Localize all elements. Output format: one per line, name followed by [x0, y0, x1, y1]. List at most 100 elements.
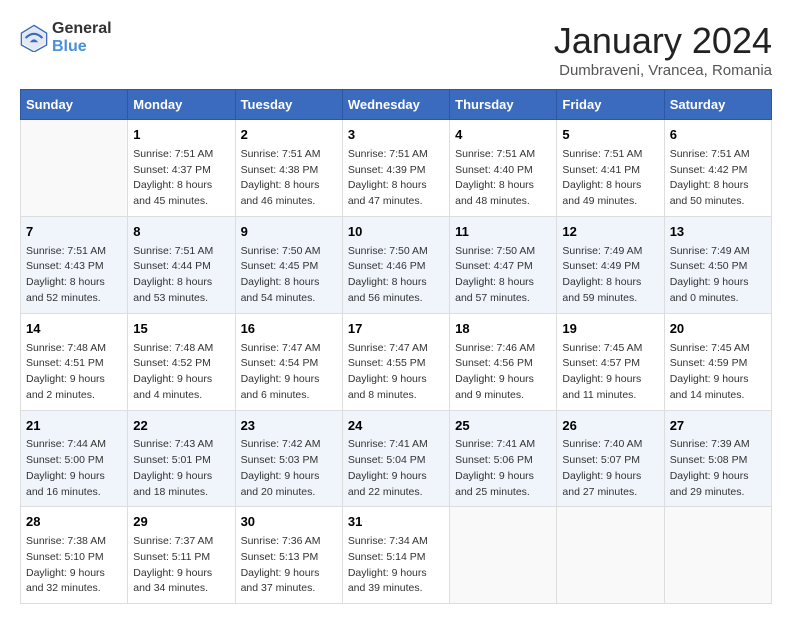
header-day-wednesday: Wednesday [342, 90, 449, 120]
day-info: Sunrise: 7:49 AMSunset: 4:50 PMDaylight:… [670, 244, 766, 307]
title-block: January 2024 Dumbraveni, Vrancea, Romani… [554, 20, 772, 79]
day-info: Sunrise: 7:51 AMSunset: 4:41 PMDaylight:… [562, 147, 658, 210]
day-number: 28 [26, 513, 122, 532]
calendar-cell: 23Sunrise: 7:42 AMSunset: 5:03 PMDayligh… [235, 410, 342, 507]
logo-blue: Blue [52, 38, 112, 56]
calendar-week-5: 28Sunrise: 7:38 AMSunset: 5:10 PMDayligh… [21, 507, 772, 604]
day-info: Sunrise: 7:46 AMSunset: 4:56 PMDaylight:… [455, 341, 551, 404]
calendar-cell: 9Sunrise: 7:50 AMSunset: 4:45 PMDaylight… [235, 216, 342, 313]
day-info: Sunrise: 7:51 AMSunset: 4:40 PMDaylight:… [455, 147, 551, 210]
day-number: 27 [670, 417, 766, 436]
calendar-cell [21, 120, 128, 217]
logo: General Blue [20, 20, 112, 55]
day-info: Sunrise: 7:34 AMSunset: 5:14 PMDaylight:… [348, 534, 444, 597]
calendar-cell: 8 Sunrise: 7:51 AMSunset: 4:44 PMDaylight… [128, 216, 235, 313]
day-number: 1 [133, 126, 229, 145]
month-title: January 2024 [554, 20, 772, 62]
day-number: 4 [455, 126, 551, 145]
location-subtitle: Dumbraveni, Vrancea, Romania [554, 62, 772, 79]
day-number: 19 [562, 320, 658, 339]
calendar-cell: 1 Sunrise: 7:51 AMSunset: 4:37 PMDaylight… [128, 120, 235, 217]
calendar-cell: 12 Sunrise: 7:49 AMSunset: 4:49 PMDayligh… [557, 216, 664, 313]
day-number: 12 [562, 223, 658, 242]
day-number: 5 [562, 126, 658, 145]
day-info: Sunrise: 7:51 AMSunset: 4:44 PMDaylight:… [133, 244, 229, 307]
calendar-cell: 28Sunrise: 7:38 AMSunset: 5:10 PMDayligh… [21, 507, 128, 604]
calendar-cell: 19 Sunrise: 7:45 AMSunset: 4:57 PMDayligh… [557, 313, 664, 410]
day-info: Sunrise: 7:51 AMSunset: 4:42 PMDaylight:… [670, 147, 766, 210]
calendar-week-2: 7 Sunrise: 7:51 AMSunset: 4:43 PMDaylight… [21, 216, 772, 313]
day-number: 11 [455, 223, 551, 242]
calendar-cell: 30Sunrise: 7:36 AMSunset: 5:13 PMDayligh… [235, 507, 342, 604]
day-number: 22 [133, 417, 229, 436]
calendar-cell: 3Sunrise: 7:51 AMSunset: 4:39 PMDaylight… [342, 120, 449, 217]
day-info: Sunrise: 7:51 AMSunset: 4:43 PMDaylight:… [26, 244, 122, 307]
calendar-cell: 15 Sunrise: 7:48 AMSunset: 4:52 PMDayligh… [128, 313, 235, 410]
day-info: Sunrise: 7:48 AMSunset: 4:52 PMDaylight:… [133, 341, 229, 404]
header-day-sunday: Sunday [21, 90, 128, 120]
day-number: 17 [348, 320, 444, 339]
day-info: Sunrise: 7:42 AMSunset: 5:03 PMDaylight:… [241, 437, 337, 500]
calendar-cell: 17 Sunrise: 7:47 AMSunset: 4:55 PMDayligh… [342, 313, 449, 410]
page-header: General Blue January 2024 Dumbraveni, Vr… [20, 20, 772, 79]
day-number: 20 [670, 320, 766, 339]
calendar-cell: 27Sunrise: 7:39 AMSunset: 5:08 PMDayligh… [664, 410, 771, 507]
day-number: 9 [241, 223, 337, 242]
calendar-cell: 14 Sunrise: 7:48 AMSunset: 4:51 PMDayligh… [21, 313, 128, 410]
day-info: Sunrise: 7:48 AMSunset: 4:51 PMDaylight:… [26, 341, 122, 404]
calendar-cell: 18 Sunrise: 7:46 AMSunset: 4:56 PMDayligh… [450, 313, 557, 410]
header-row: SundayMondayTuesdayWednesdayThursdayFrid… [21, 90, 772, 120]
day-info: Sunrise: 7:43 AMSunset: 5:01 PMDaylight:… [133, 437, 229, 500]
header-day-friday: Friday [557, 90, 664, 120]
calendar-cell: 26Sunrise: 7:40 AMSunset: 5:07 PMDayligh… [557, 410, 664, 507]
day-info: Sunrise: 7:47 AMSunset: 4:55 PMDaylight:… [348, 341, 444, 404]
calendar-cell: 6 Sunrise: 7:51 AMSunset: 4:42 PMDaylight… [664, 120, 771, 217]
day-number: 15 [133, 320, 229, 339]
day-number: 18 [455, 320, 551, 339]
calendar-cell: 10 Sunrise: 7:50 AMSunset: 4:46 PMDayligh… [342, 216, 449, 313]
day-number: 21 [26, 417, 122, 436]
day-number: 7 [26, 223, 122, 242]
day-info: Sunrise: 7:39 AMSunset: 5:08 PMDaylight:… [670, 437, 766, 500]
day-number: 25 [455, 417, 551, 436]
day-info: Sunrise: 7:50 AMSunset: 4:47 PMDaylight:… [455, 244, 551, 307]
day-number: 26 [562, 417, 658, 436]
calendar-cell: 7 Sunrise: 7:51 AMSunset: 4:43 PMDaylight… [21, 216, 128, 313]
day-info: Sunrise: 7:50 AMSunset: 4:46 PMDaylight:… [348, 244, 444, 307]
header-day-thursday: Thursday [450, 90, 557, 120]
day-number: 6 [670, 126, 766, 145]
calendar-cell: 5 Sunrise: 7:51 AMSunset: 4:41 PMDaylight… [557, 120, 664, 217]
calendar-cell: 25Sunrise: 7:41 AMSunset: 5:06 PMDayligh… [450, 410, 557, 507]
day-number: 2 [241, 126, 337, 145]
day-info: Sunrise: 7:51 AMSunset: 4:37 PMDaylight:… [133, 147, 229, 210]
day-number: 23 [241, 417, 337, 436]
header-day-saturday: Saturday [664, 90, 771, 120]
day-number: 29 [133, 513, 229, 532]
calendar-cell: 13Sunrise: 7:49 AMSunset: 4:50 PMDayligh… [664, 216, 771, 313]
calendar-cell: 29Sunrise: 7:37 AMSunset: 5:11 PMDayligh… [128, 507, 235, 604]
calendar-cell: 22Sunrise: 7:43 AMSunset: 5:01 PMDayligh… [128, 410, 235, 507]
day-info: Sunrise: 7:44 AMSunset: 5:00 PMDaylight:… [26, 437, 122, 500]
day-info: Sunrise: 7:47 AMSunset: 4:54 PMDaylight:… [241, 341, 337, 404]
day-info: Sunrise: 7:36 AMSunset: 5:13 PMDaylight:… [241, 534, 337, 597]
day-info: Sunrise: 7:45 AMSunset: 4:57 PMDaylight:… [562, 341, 658, 404]
calendar-cell: 16 Sunrise: 7:47 AMSunset: 4:54 PMDayligh… [235, 313, 342, 410]
day-info: Sunrise: 7:49 AMSunset: 4:49 PMDaylight:… [562, 244, 658, 307]
calendar-header: SundayMondayTuesdayWednesdayThursdayFrid… [21, 90, 772, 120]
day-number: 10 [348, 223, 444, 242]
day-number: 24 [348, 417, 444, 436]
calendar-cell: 20 Sunrise: 7:45 AMSunset: 4:59 PMDayligh… [664, 313, 771, 410]
calendar-cell: 11 Sunrise: 7:50 AMSunset: 4:47 PMDayligh… [450, 216, 557, 313]
day-number: 16 [241, 320, 337, 339]
calendar-cell: 4 Sunrise: 7:51 AMSunset: 4:40 PMDaylight… [450, 120, 557, 217]
day-info: Sunrise: 7:51 AMSunset: 4:38 PMDaylight:… [241, 147, 337, 210]
day-info: Sunrise: 7:51 AMSunset: 4:39 PMDaylight:… [348, 147, 444, 210]
day-info: Sunrise: 7:45 AMSunset: 4:59 PMDaylight:… [670, 341, 766, 404]
day-number: 14 [26, 320, 122, 339]
calendar-table: SundayMondayTuesdayWednesdayThursdayFrid… [20, 89, 772, 604]
header-day-monday: Monday [128, 90, 235, 120]
day-info: Sunrise: 7:41 AMSunset: 5:04 PMDaylight:… [348, 437, 444, 500]
day-info: Sunrise: 7:41 AMSunset: 5:06 PMDaylight:… [455, 437, 551, 500]
day-number: 8 [133, 223, 229, 242]
day-info: Sunrise: 7:40 AMSunset: 5:07 PMDaylight:… [562, 437, 658, 500]
